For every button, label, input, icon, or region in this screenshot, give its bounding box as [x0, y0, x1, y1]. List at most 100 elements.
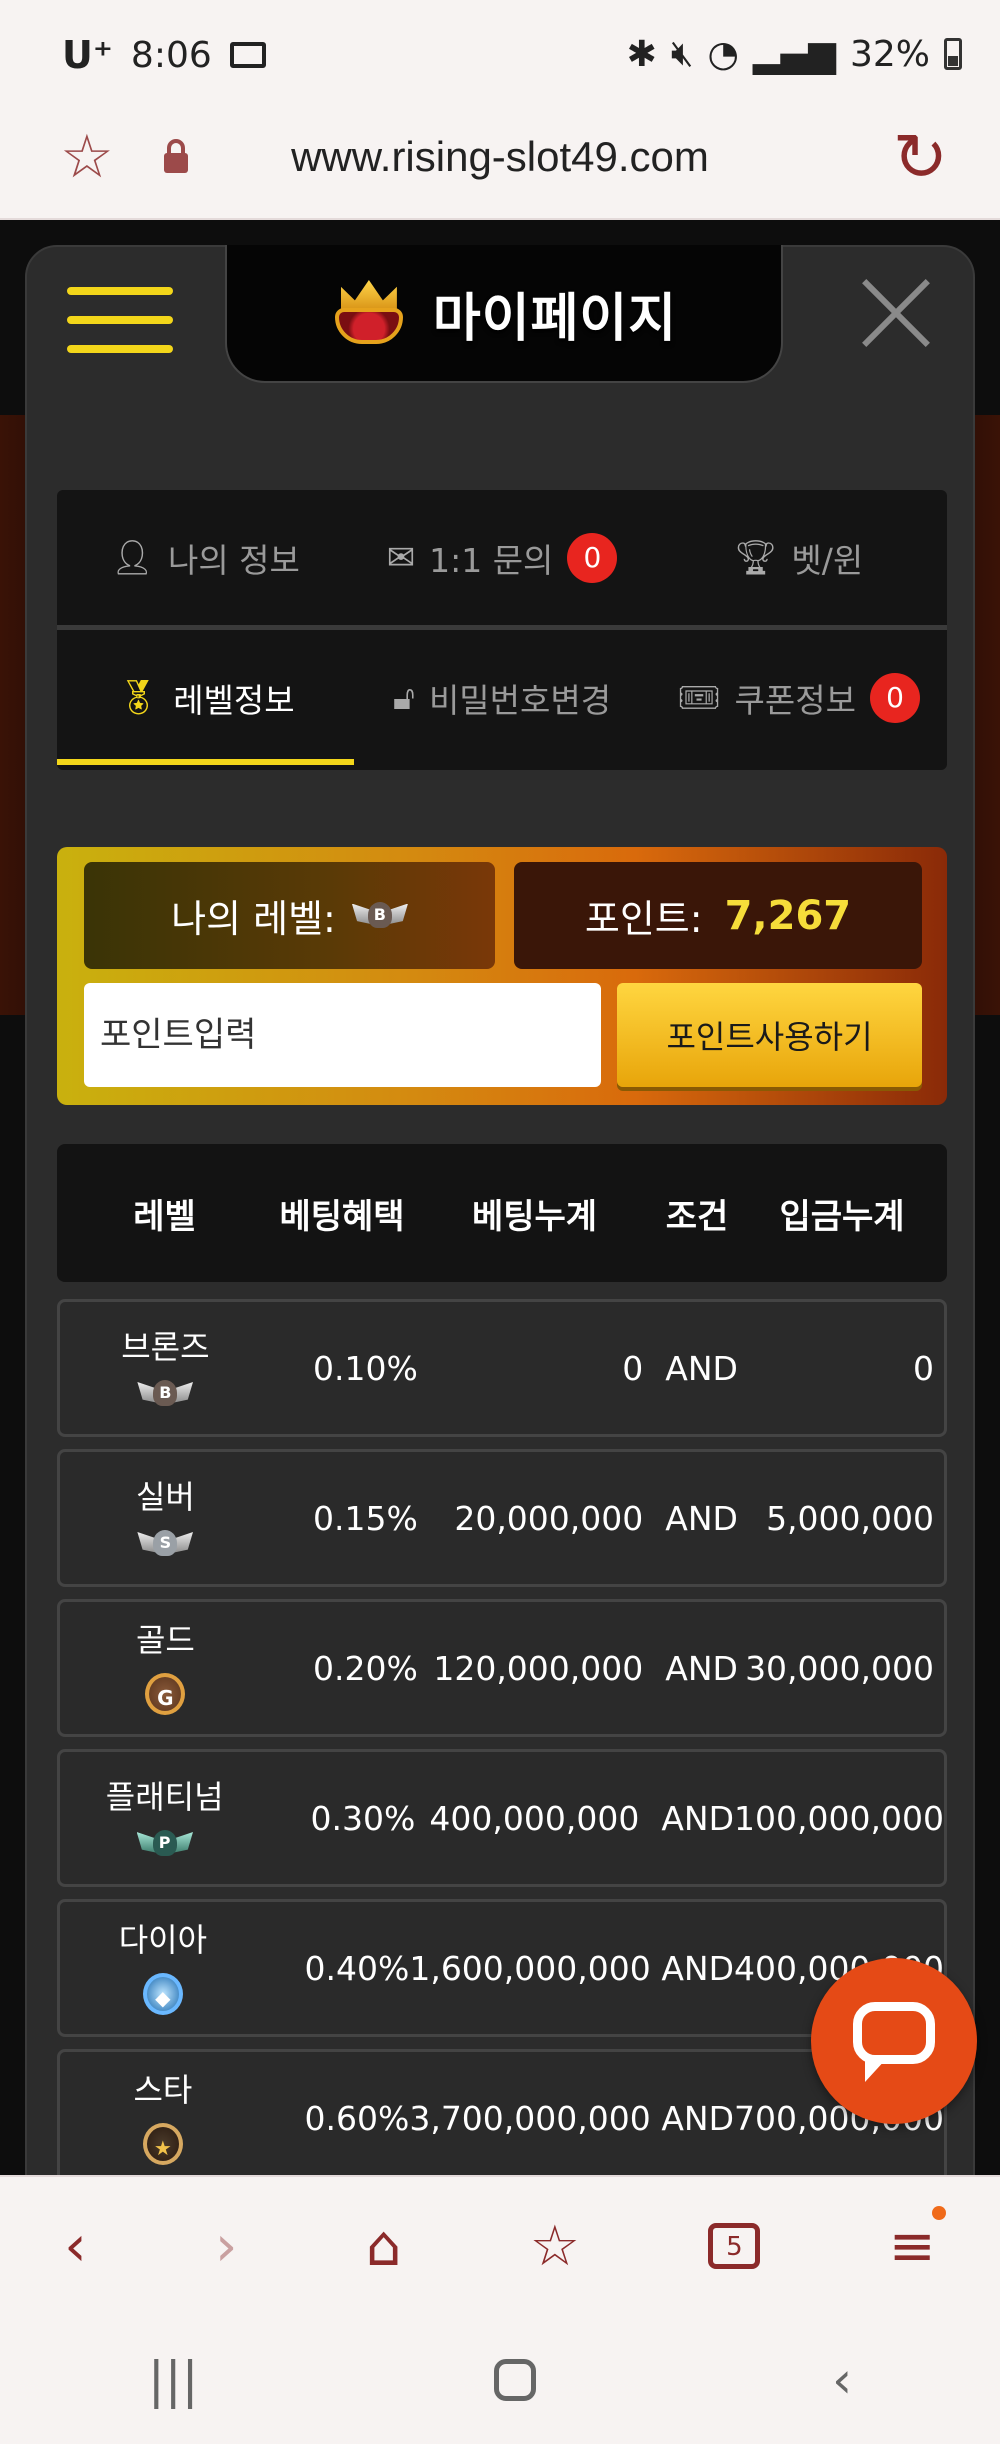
system-nav-bar: ||| ‹ [0, 2315, 1000, 2444]
bronze-emblem-icon: B [137, 1374, 193, 1414]
condition-cell: AND [661, 1798, 734, 1838]
wifi-icon: ◔ [707, 33, 739, 75]
point-input[interactable] [84, 983, 601, 1087]
use-points-button[interactable]: 포인트사용하기 [617, 983, 922, 1087]
mute-icon: 🔇︎ [670, 33, 694, 74]
menu-hamburger-icon[interactable] [67, 287, 173, 363]
tabs-icon[interactable]: 5 [708, 2223, 761, 2269]
deposit-total-cell: 0 [913, 1348, 935, 1388]
points-box: 포인트: 7,267 [514, 862, 922, 969]
bookmarks-icon[interactable]: ☆ [530, 2214, 580, 2279]
my-level-box: 나의 레벨: B [84, 862, 495, 969]
bet-total-cell: 3,700,000,000 [409, 2098, 651, 2138]
benefit-cell: 0.15% [312, 1498, 418, 1538]
status-bar: U⁺ 8:06 ✱ 🔇︎ ◔ ▂▄▆ 32% [0, 0, 1000, 105]
tab-bet-win[interactable]: 🏆︎ 벳/윈 [650, 490, 947, 625]
battery-percent: 32% [849, 33, 930, 75]
ticket-icon: 🎟︎ [677, 677, 721, 718]
level-name: 스타 [133, 2071, 193, 2109]
level-name: 다이아 [118, 1921, 208, 1959]
benefit-cell: 0.10% [312, 1348, 418, 1388]
bluetooth-icon: ✱ [626, 33, 657, 75]
forward-icon[interactable]: › [215, 2214, 237, 2279]
condition-cell: AND [665, 1648, 738, 1688]
mypage-tabs: 👤︎ 나의 정보 ✉ 1:1 문의 0 🏆︎ 벳/윈 🏅︎ 레벨정보 🔓︎ 비밀… [57, 490, 947, 770]
table-row: 골드 G 0.20% 120,000,000 AND 30,000,000 [57, 1599, 947, 1737]
tab-change-password[interactable]: 🔓︎ 비밀번호변경 [354, 630, 651, 765]
tab-label: 비밀번호변경 [428, 680, 612, 720]
silver-emblem-icon: S [137, 1524, 193, 1564]
back-icon[interactable]: ‹ [64, 2214, 86, 2279]
star-emblem-icon: ★ [131, 2117, 195, 2171]
mypage-modal: 마이페이지 👤︎ 나의 정보 ✉ 1:1 문의 0 🏆︎ 벳/윈 🏅︎ 레벨정보… [25, 245, 975, 2175]
col-header-bet-total: 베팅누계 [471, 1196, 598, 1237]
system-back-icon[interactable]: ‹ [832, 2351, 852, 2409]
url-field[interactable]: www.rising-slot49.com [0, 133, 1000, 181]
col-header-benefit: 베팅혜택 [279, 1196, 405, 1237]
bronze-level-emblem-icon: B [351, 896, 408, 936]
medal-icon: 🏅︎ [116, 677, 160, 718]
points-value: 7,267 [724, 892, 852, 939]
col-header-deposit-total: 입금누계 [779, 1196, 905, 1237]
table-row: 브론즈 B 0.10% 0 AND 0 [57, 1299, 947, 1437]
home-icon[interactable]: ⌂ [366, 2214, 402, 2279]
tab-label: 쿠폰정보 [734, 680, 856, 720]
reload-icon[interactable]: ↻ [893, 125, 948, 191]
web-page: 마이페이지 👤︎ 나의 정보 ✉ 1:1 문의 0 🏆︎ 벳/윈 🏅︎ 레벨정보… [0, 220, 1000, 2175]
tab-inquiry[interactable]: ✉ 1:1 문의 0 [354, 490, 651, 625]
coupon-count-badge: 0 [869, 672, 920, 723]
table-row: 실버 S 0.15% 20,000,000 AND 5,000,000 [57, 1449, 947, 1587]
bet-total-cell: 0 [622, 1348, 644, 1388]
gold-emblem-icon: G [133, 1667, 197, 1721]
benefit-cell: 0.20% [312, 1648, 418, 1688]
browser-toolbar: ☆ www.rising-slot49.com ↻ [0, 105, 1000, 220]
level-points-panel: 나의 레벨: B 포인트: 7,267 포인트사용하기 [57, 847, 947, 1105]
browser-menu-icon[interactable]: ≡ [889, 2205, 946, 2279]
col-header-level: 레벨 [133, 1196, 196, 1237]
level-name: 브론즈 [121, 1328, 210, 1366]
unlock-icon: 🔓︎ [392, 677, 415, 718]
benefit-cell: 0.60% [304, 2098, 410, 2138]
modal-title-tab: 마이페이지 [225, 245, 783, 383]
inquiry-count-badge: 0 [567, 532, 618, 583]
tab-my-info[interactable]: 👤︎ 나의 정보 [57, 490, 354, 625]
benefit-cell: 0.30% [310, 1798, 416, 1838]
carrier-label: U⁺ [62, 33, 113, 77]
crown-icon [331, 280, 407, 346]
clock: 8:06 [130, 34, 212, 76]
benefit-cell: 0.40% [304, 1948, 410, 1988]
bet-total-cell: 20,000,000 [454, 1498, 644, 1538]
bet-total-cell: 1,600,000,000 [409, 1948, 651, 1988]
mail-icon: ✉ [386, 537, 416, 578]
tab-label: 나의 정보 [167, 540, 300, 580]
recent-apps-icon[interactable]: ||| [148, 2351, 199, 2409]
level-table-header: 레벨 베팅혜택 베팅누계 조건 입금누계 [57, 1144, 947, 1282]
deposit-total-cell: 5,000,000 [766, 1498, 935, 1538]
notification-dot [931, 2205, 946, 2220]
deposit-total-cell: 30,000,000 [745, 1648, 935, 1688]
level-name: 실버 [135, 1478, 195, 1516]
tab-label: 레벨정보 [173, 680, 295, 720]
condition-cell: AND [661, 2098, 734, 2138]
table-row: 스타 ★ 0.60% 3,700,000,000 AND 700,000,000 [57, 2049, 947, 2175]
live-chat-button[interactable] [811, 1958, 977, 2124]
level-name: 골드 [135, 1621, 195, 1659]
system-home-icon[interactable] [494, 2358, 537, 2401]
bet-total-cell: 120,000,000 [433, 1648, 644, 1688]
person-icon: 👤︎ [110, 537, 154, 578]
tab-level-info[interactable]: 🏅︎ 레벨정보 [57, 630, 354, 765]
my-level-label: 나의 레벨: [171, 897, 336, 941]
bet-total-cell: 400,000,000 [429, 1798, 640, 1838]
screen-cast-icon [229, 42, 266, 68]
points-label: 포인트: [584, 897, 703, 941]
condition-cell: AND [665, 1348, 738, 1388]
tab-coupon-info[interactable]: 🎟︎ 쿠폰정보 0 [650, 630, 947, 765]
tab-label: 벳/윈 [791, 540, 864, 580]
col-header-condition: 조건 [665, 1196, 729, 1237]
deposit-total-cell: 100,000,000 [734, 1798, 944, 1838]
close-icon[interactable] [859, 277, 933, 351]
modal-title: 마이페이지 [432, 288, 678, 349]
tab-label: 1:1 문의 [429, 540, 554, 580]
table-row: 플래티넘 P 0.30% 400,000,000 AND 100,000,000 [57, 1749, 947, 1887]
level-name: 플래티넘 [105, 1778, 224, 1816]
